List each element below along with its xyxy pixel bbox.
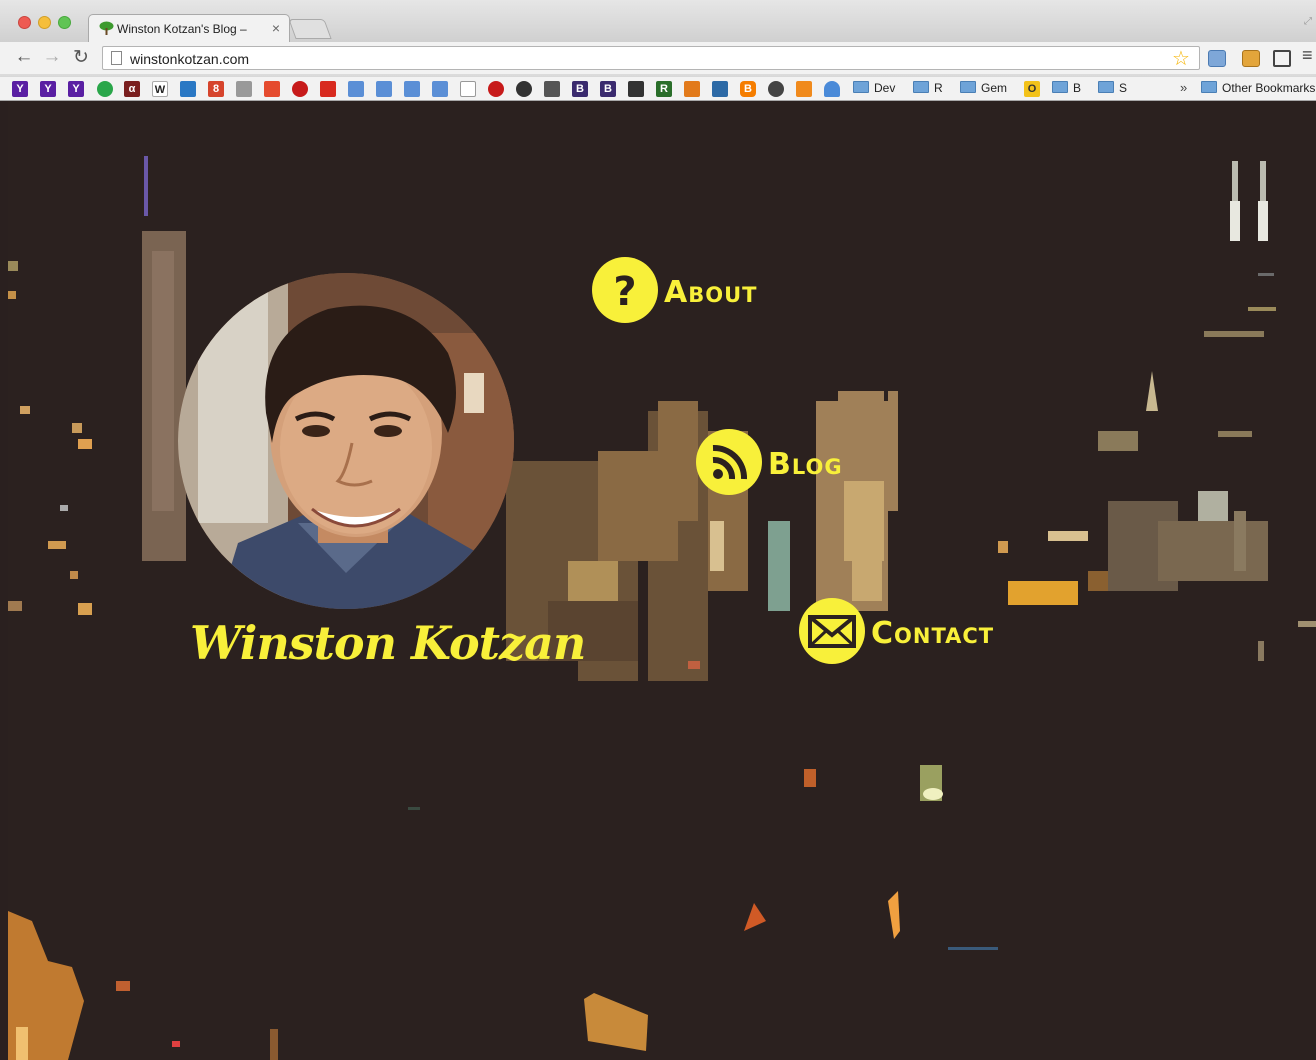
bookmark-icon[interactable]: O — [1024, 81, 1040, 97]
city-skyline-background — [8, 156, 1316, 1060]
bookmark-folder[interactable]: Gem — [960, 81, 1007, 97]
bookmark-icon[interactable] — [348, 81, 364, 97]
reload-icon[interactable]: ↻ — [69, 46, 93, 69]
question-mark-icon[interactable]: ? — [592, 257, 658, 323]
contact-link[interactable]: Contact — [799, 598, 1029, 666]
folder-icon — [1052, 81, 1068, 93]
bookmarks-bar: Y Y Y α W 8 B B R B Dev R Gem O B S » Ot… — [0, 76, 1316, 100]
window-minimize-button[interactable] — [38, 16, 51, 29]
url-text[interactable]: winstonkotzan.com — [130, 51, 249, 67]
bookmark-icon[interactable]: α — [124, 81, 140, 97]
back-arrow-icon[interactable]: ← — [12, 46, 36, 68]
folder-icon — [1098, 81, 1114, 93]
bookmark-icon[interactable] — [180, 81, 196, 97]
title-bar: Winston Kotzan's Blog – × ⤢ — [0, 0, 1316, 42]
bookmark-icon[interactable] — [712, 81, 728, 97]
bookmark-icon[interactable] — [320, 81, 336, 97]
page-icon — [111, 51, 122, 65]
bookmark-icon[interactable] — [432, 81, 448, 97]
tab-title: Winston Kotzan's Blog – — [117, 22, 247, 36]
bookmark-icon[interactable] — [236, 81, 252, 97]
tab-close-icon[interactable]: × — [272, 20, 280, 36]
profile-portrait-image — [178, 273, 514, 609]
blog-label[interactable]: Blog — [768, 447, 843, 482]
site-owner-name: Winston Kotzan — [190, 616, 586, 670]
folder-icon — [913, 81, 929, 93]
cast-icon[interactable] — [1273, 50, 1291, 67]
bookmark-icon[interactable] — [768, 81, 784, 97]
svg-text:?: ? — [613, 269, 636, 315]
bookmark-icon[interactable] — [292, 81, 308, 97]
blogger-icon[interactable]: B — [740, 81, 756, 97]
bookmark-star-icon[interactable]: ☆ — [1172, 46, 1190, 71]
web-page: Winston Kotzan ? About Blog Contact — [8, 101, 1316, 1060]
bookmark-folder[interactable]: Dev — [853, 81, 895, 97]
about-label[interactable]: About — [664, 275, 757, 310]
profile-photo — [178, 273, 514, 609]
other-bookmarks-folder[interactable]: Other Bookmarks — [1201, 81, 1315, 97]
envelope-icon[interactable] — [799, 598, 865, 664]
bookmark-icon[interactable] — [376, 81, 392, 97]
browser-tab[interactable]: Winston Kotzan's Blog – × — [88, 14, 290, 42]
bookmark-folder[interactable]: B — [1052, 81, 1081, 97]
bookmark-icon[interactable]: Y — [12, 81, 28, 97]
bookmark-icon[interactable]: Y — [40, 81, 56, 97]
page-icon[interactable] — [460, 81, 476, 97]
bookmark-icon[interactable] — [628, 81, 644, 97]
rss-feed-icon[interactable] — [696, 429, 762, 495]
menu-icon[interactable]: ≡ — [1302, 45, 1313, 66]
window-maximize-button[interactable] — [58, 16, 71, 29]
bookmark-icon[interactable] — [404, 81, 420, 97]
bookmark-icon[interactable] — [544, 81, 560, 97]
tree-favicon-icon — [99, 21, 114, 35]
wikipedia-icon[interactable]: W — [152, 81, 168, 97]
fullscreen-icon[interactable]: ⤢ — [1304, 16, 1312, 27]
bookmarks-overflow-button[interactable]: » — [1180, 80, 1187, 95]
search-icon[interactable] — [516, 81, 532, 97]
blog-link[interactable]: Blog — [696, 429, 876, 497]
folder-icon — [1201, 81, 1217, 93]
bookmark-icon[interactable] — [97, 81, 113, 97]
bookmark-folder[interactable]: S — [1098, 81, 1127, 97]
address-bar[interactable]: winstonkotzan.com — [102, 46, 1200, 70]
bootstrap-icon[interactable]: B — [572, 81, 588, 97]
bookmark-icon[interactable] — [796, 81, 812, 97]
extension-icon[interactable] — [1208, 50, 1226, 67]
bookmark-icon[interactable]: R — [656, 81, 672, 97]
browser-chrome: Winston Kotzan's Blog – × ⤢ ← → ↻ winsto… — [0, 0, 1316, 101]
bootstrap-icon[interactable]: B — [600, 81, 616, 97]
window-close-button[interactable] — [18, 16, 31, 29]
about-link[interactable]: ? About — [592, 257, 792, 325]
bookmark-icon[interactable] — [488, 81, 504, 97]
forward-arrow-icon[interactable]: → — [40, 46, 64, 68]
bookmark-icon[interactable] — [264, 81, 280, 97]
folder-icon — [960, 81, 976, 93]
browser-toolbar: ← → ↻ winstonkotzan.com ☆ ≡ — [0, 42, 1316, 74]
google-plus-icon[interactable]: 8 — [208, 81, 224, 97]
cloud-icon[interactable] — [824, 81, 840, 97]
folder-icon — [853, 81, 869, 93]
new-tab-button[interactable] — [288, 19, 332, 39]
extension-icon[interactable] — [1242, 50, 1260, 67]
bookmark-folder[interactable]: R — [913, 81, 943, 97]
bookmark-icon[interactable]: Y — [68, 81, 84, 97]
stack-overflow-icon[interactable] — [684, 81, 700, 97]
contact-label[interactable]: Contact — [871, 616, 994, 651]
